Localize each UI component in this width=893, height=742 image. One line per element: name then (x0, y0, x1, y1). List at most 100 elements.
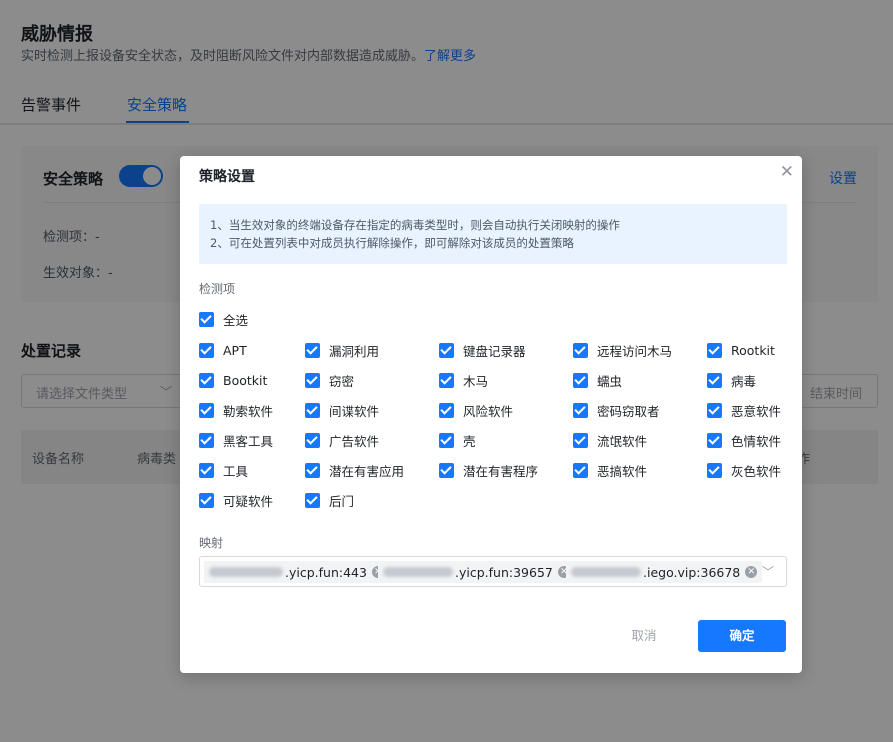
checkbox-label: 潜在有害程序 (463, 463, 539, 479)
checkbox-checked-icon (707, 432, 722, 448)
checkbox-label: 漏洞利用 (329, 343, 380, 359)
checkbox-label: 色情软件 (731, 433, 782, 449)
checkbox-label: 潜在有害应用 (329, 463, 405, 479)
checkbox-checked-icon (439, 402, 454, 418)
checkbox-checked-icon (573, 402, 588, 418)
checkbox-label: 密码窃取者 (597, 403, 660, 419)
checkbox-checked-icon (707, 342, 722, 358)
checkbox-detect-item[interactable]: 病毒 (707, 372, 757, 389)
checkbox-detect-item[interactable]: APT (199, 342, 247, 358)
checkbox-detect-item[interactable]: 恶搞软件 (573, 462, 648, 479)
checkbox-label: Rootkit (731, 342, 775, 358)
checkbox-detect-item[interactable]: 木马 (439, 372, 489, 389)
checkbox-detect-item[interactable]: 灰色软件 (707, 462, 782, 479)
checkbox-checked-icon (199, 432, 214, 448)
checkbox-detect-item[interactable]: 壳 (439, 432, 476, 449)
checkbox-detect-item[interactable]: 广告软件 (305, 432, 380, 449)
checkbox-detect-item[interactable]: 间谍软件 (305, 402, 380, 419)
confirm-button[interactable]: 确定 (698, 620, 786, 652)
checkbox-label: 壳 (463, 433, 476, 449)
checkbox-detect-item[interactable]: 流氓软件 (573, 432, 648, 449)
checkbox-checked-icon (305, 462, 320, 478)
checkbox-detect-item[interactable]: 工具 (199, 462, 248, 479)
checkbox-label: 键盘记录器 (463, 343, 526, 359)
checkbox-label: 黑客工具 (223, 433, 274, 449)
checkbox-label: 风险软件 (463, 403, 514, 419)
checkbox-label: APT (223, 342, 247, 358)
checkbox-checked-icon (199, 372, 214, 388)
checkbox-checked-icon (439, 432, 454, 448)
checkbox-checked-icon (199, 402, 214, 418)
checkbox-detect-item[interactable]: 黑客工具 (199, 432, 274, 449)
checkbox-detect-item[interactable]: 远程访问木马 (573, 342, 673, 359)
mapping-tag: .iego.vip:36678 ✕ (566, 561, 763, 583)
checkbox-checked-icon (439, 372, 454, 388)
redacted-host (571, 567, 641, 577)
checkbox-checked-icon (573, 342, 588, 358)
checkbox-checked-icon (573, 432, 588, 448)
checkbox-detect-item[interactable]: Bootkit (199, 372, 267, 388)
mapping-multiselect[interactable]: .yicp.fun:443 ✕ .yicp.fun:39657 ✕ .iego.… (199, 556, 787, 587)
checkbox-label: 病毒 (731, 373, 757, 389)
redacted-host (383, 567, 453, 577)
checkbox-detect-item[interactable]: 色情软件 (707, 432, 782, 449)
checkbox-checked-icon (573, 372, 588, 388)
notice-box: 1、当生效对象的终端设备存在指定的病毒类型时，则会自动执行关闭映射的操作 2、可… (199, 204, 787, 264)
checkbox-label: 勒索软件 (223, 403, 274, 419)
cancel-button[interactable]: 取消 (612, 621, 676, 651)
checkbox-checked-icon (305, 402, 320, 418)
mapping-tag-label: .yicp.fun:443 (285, 564, 367, 580)
checkbox-label: 灰色软件 (731, 463, 782, 479)
checkbox-detect-item[interactable]: 勒索软件 (199, 402, 274, 419)
dialog-title: 策略设置 (199, 169, 255, 185)
checkbox-label: 恶意软件 (731, 403, 782, 419)
checkbox-label: Bootkit (223, 372, 268, 388)
checkbox-checked-icon (199, 342, 214, 358)
checkbox-label: 广告软件 (329, 433, 380, 449)
checkbox-checked-icon (305, 372, 320, 388)
checkbox-detect-item[interactable]: 风险软件 (439, 402, 514, 419)
checkbox-checked-icon (305, 342, 320, 358)
checkbox-checked-icon (439, 342, 454, 358)
checkbox-detect-item[interactable]: 后门 (305, 492, 354, 509)
mapping-section-label: 映射 (199, 536, 224, 550)
chevron-down-icon[interactable]: ﹀ (762, 563, 774, 580)
remove-tag-icon[interactable]: ✕ (745, 566, 758, 578)
checkbox-detect-item[interactable]: Rootkit (707, 342, 775, 358)
checkbox-detect-item[interactable]: 恶意软件 (707, 402, 782, 419)
checkbox-detect-item[interactable]: 漏洞利用 (305, 342, 380, 359)
redacted-host (209, 567, 283, 577)
checkbox-checked-icon (439, 462, 454, 478)
mapping-tag: .yicp.fun:39657 ✕ (378, 561, 575, 583)
checkbox-checked-icon (199, 311, 214, 327)
checkbox-checked-icon (305, 492, 320, 508)
detect-section-label: 检测项 (199, 282, 236, 296)
checkbox-detect-item[interactable]: 可疑软件 (199, 492, 274, 509)
checkbox-checked-icon (707, 372, 722, 388)
close-icon[interactable]: ✕ (780, 162, 794, 182)
checkbox-detect-item[interactable]: 键盘记录器 (439, 342, 526, 359)
checkbox-detect-item[interactable]: 潜在有害应用 (305, 462, 405, 479)
checkbox-label: 窃密 (329, 373, 355, 389)
checkbox-label: 远程访问木马 (597, 343, 673, 359)
checkbox-select-all[interactable]: 全选 (199, 311, 249, 328)
checkbox-detect-item[interactable]: 密码窃取者 (573, 402, 660, 419)
checkbox-detect-item[interactable]: 潜在有害程序 (439, 462, 539, 479)
checkbox-detect-item[interactable]: 窃密 (305, 372, 355, 389)
checkbox-checked-icon (199, 492, 214, 508)
policy-settings-dialog: 策略设置 ✕ 1、当生效对象的终端设备存在指定的病毒类型时，则会自动执行关闭映射… (180, 156, 802, 673)
checkbox-label: 间谍软件 (329, 403, 380, 419)
checkbox-label: 可疑软件 (223, 493, 274, 509)
notice-line: 2、可在处置列表中对成员执行解除操作，即可解除对该成员的处置策略 (210, 236, 574, 250)
checkbox-label: 流氓软件 (597, 433, 648, 449)
checkbox-label: 全选 (223, 312, 249, 328)
checkbox-checked-icon (707, 402, 722, 418)
mapping-tag-label: .yicp.fun:39657 (455, 564, 553, 580)
checkbox-checked-icon (199, 462, 214, 478)
checkbox-label: 蠕虫 (597, 373, 623, 389)
checkbox-detect-item[interactable]: 蠕虫 (573, 372, 623, 389)
mapping-tag: .yicp.fun:443 ✕ (204, 561, 389, 583)
checkbox-label: 恶搞软件 (597, 463, 648, 479)
checkbox-label: 木马 (463, 373, 489, 389)
mapping-tag-label: .iego.vip:36678 (643, 564, 741, 580)
